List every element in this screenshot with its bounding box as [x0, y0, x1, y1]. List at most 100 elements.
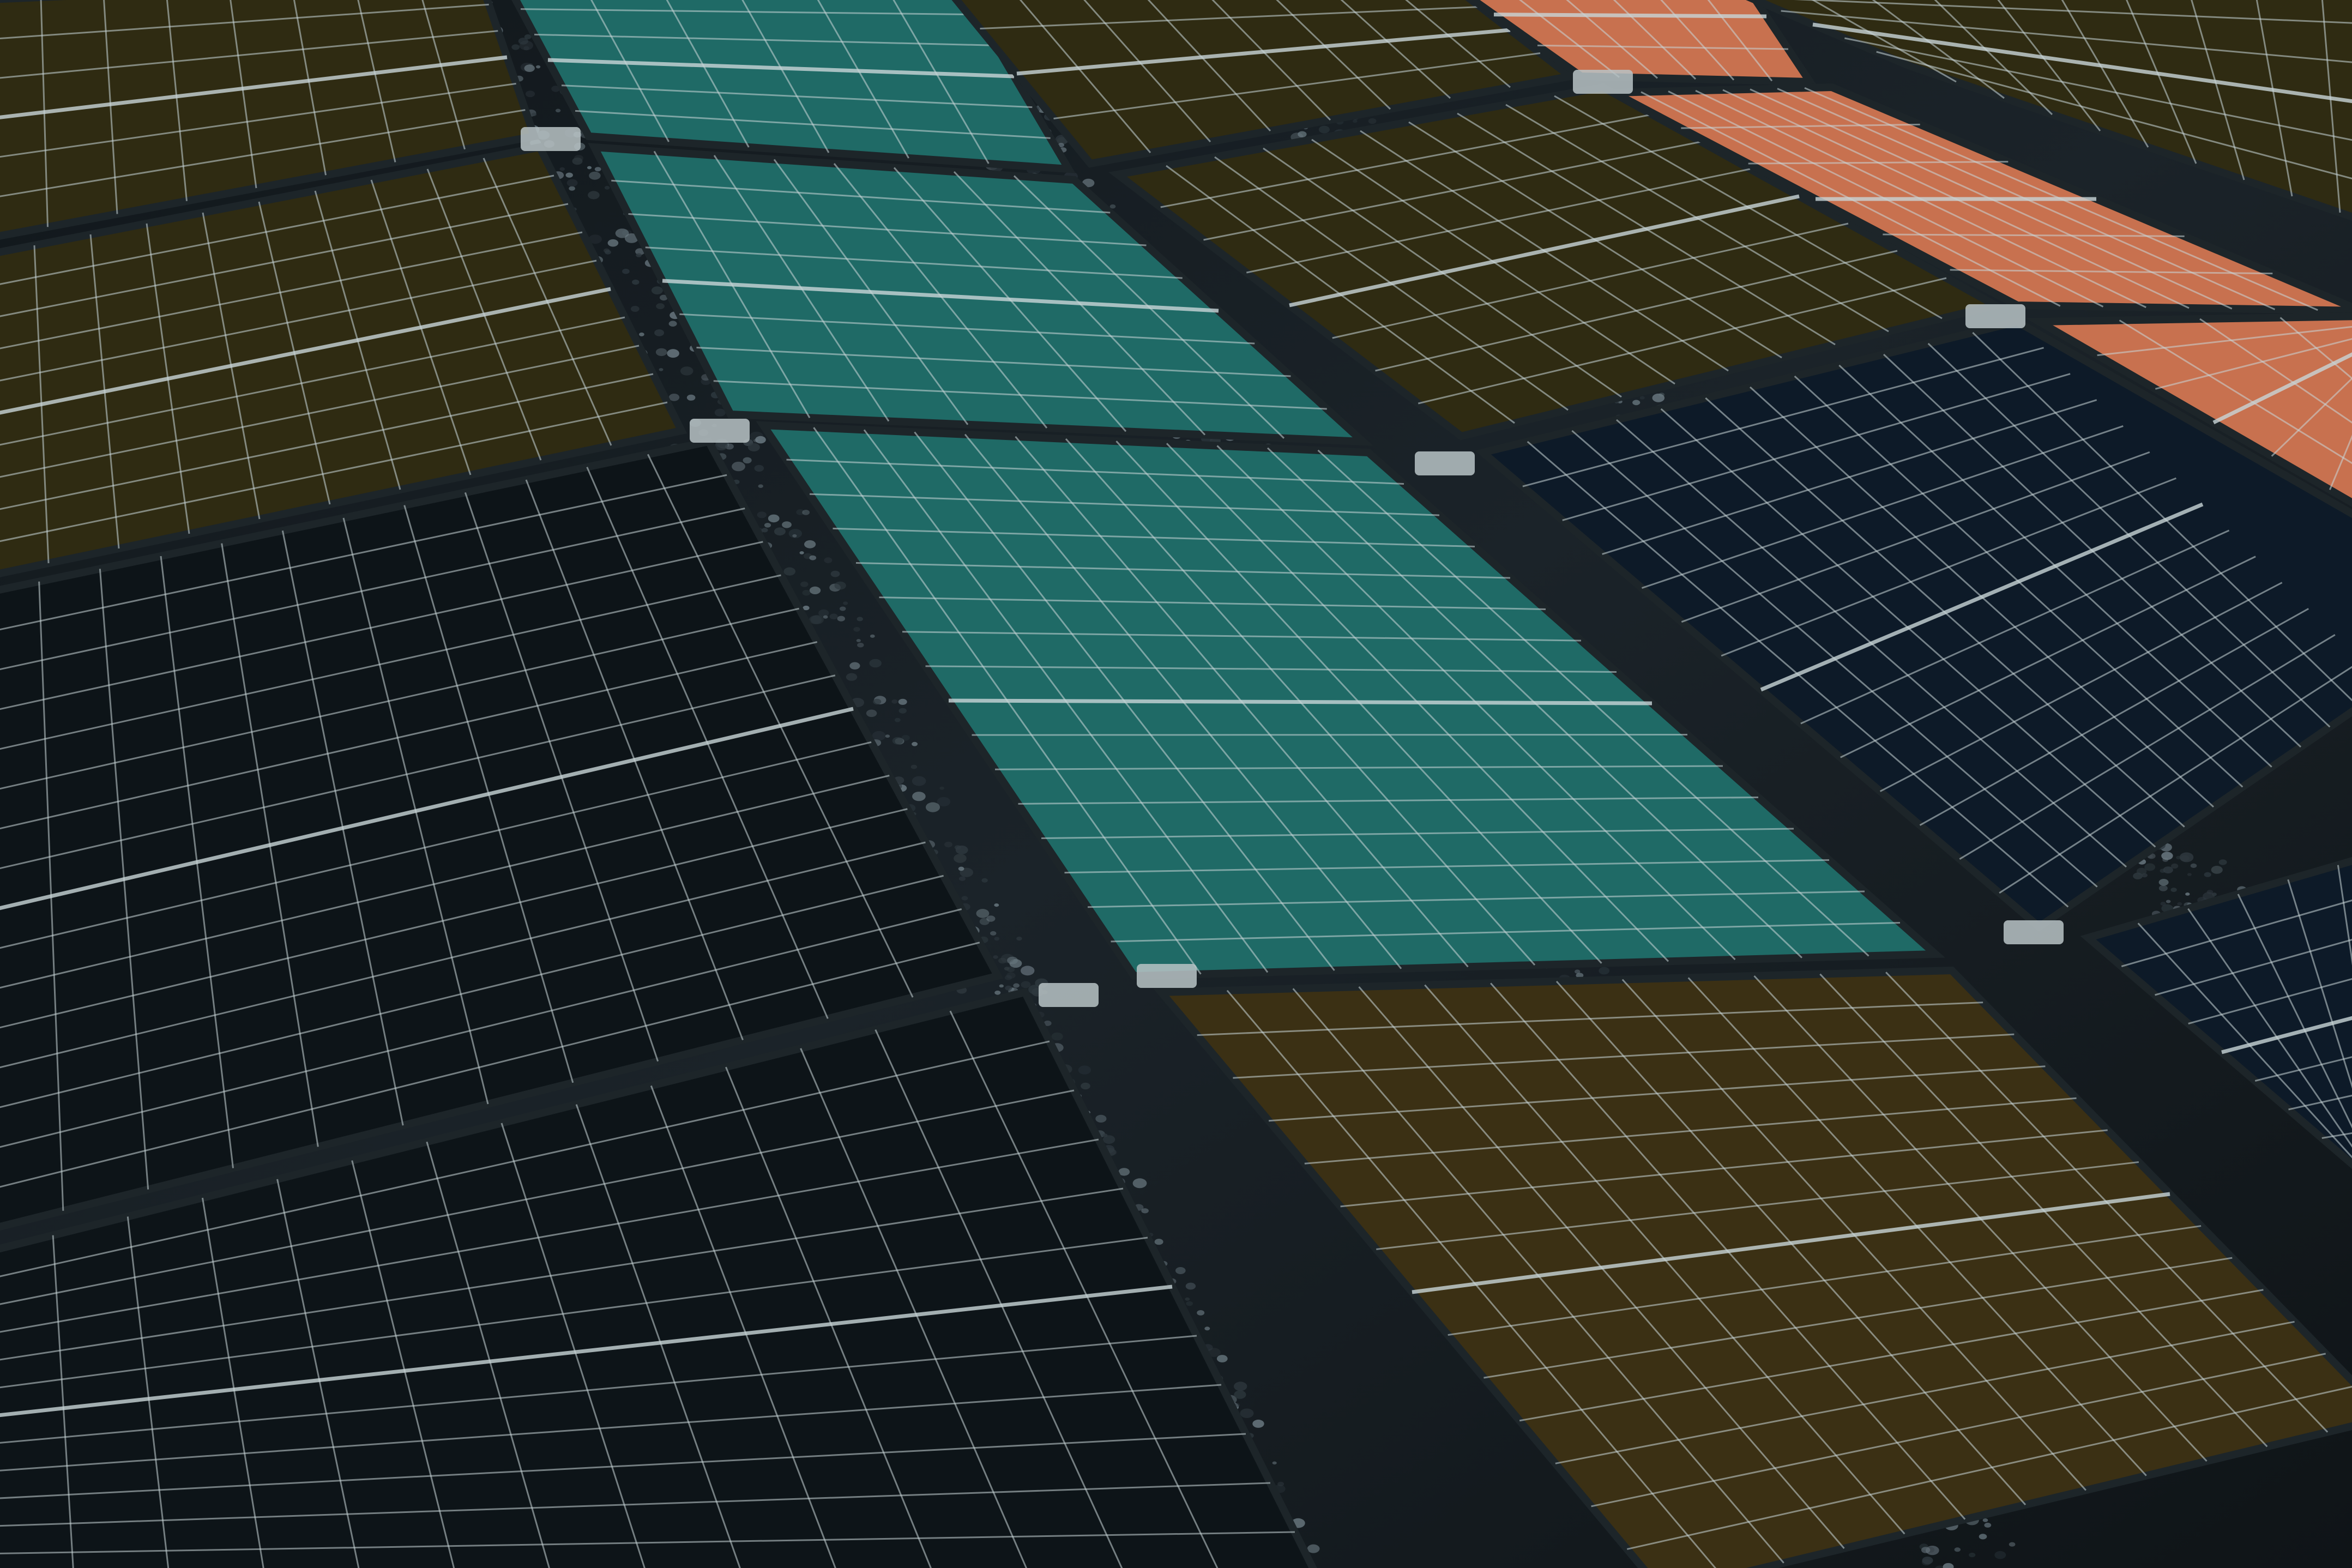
gravel-stone [2179, 852, 2194, 863]
gravel-stone [1109, 204, 1116, 209]
gravel-stone [1599, 967, 1610, 975]
mounting-clamp [1039, 983, 1099, 1007]
gravel-stone [873, 698, 882, 705]
gravel-stone [1197, 1310, 1205, 1316]
gravel-stone [944, 841, 952, 848]
gravel-stone [607, 239, 619, 247]
gravel-stone [961, 896, 968, 901]
gravel-stone [1078, 1065, 1091, 1075]
gravel-stone [811, 615, 824, 624]
gravel-stone [2160, 869, 2166, 873]
gravel-stone [639, 332, 644, 336]
gravel-stone [800, 581, 809, 587]
gravel-stone [843, 601, 848, 605]
gravel-stone [994, 937, 1000, 941]
mounting-clamp [1415, 451, 1475, 475]
gravel-stone [536, 65, 541, 69]
gravel-stone [754, 465, 764, 472]
gravel-stone [1051, 1032, 1063, 1041]
gravel-stone [2009, 1542, 2016, 1547]
gravel-stone [1021, 966, 1035, 976]
gravel-stone [1368, 118, 1377, 124]
gravel-stone [1632, 400, 1641, 406]
gravel-stone [1185, 1282, 1196, 1290]
gravel-stone [588, 191, 600, 200]
gravel-stone [686, 394, 696, 401]
gravel-stone [901, 735, 910, 741]
gravel-stone [1921, 1547, 1931, 1553]
gravel-stone [525, 91, 535, 98]
mounting-clamp [1137, 964, 1197, 988]
gravel-stone [1994, 1551, 2006, 1559]
gravel-stone [1982, 1518, 1988, 1522]
gravel-stone [998, 957, 1007, 964]
gravel-stone [714, 408, 726, 417]
gravel-stone [853, 626, 860, 632]
gravel-stone [802, 510, 810, 515]
gravel-stone [955, 845, 968, 854]
gravel-stone [1095, 1114, 1107, 1123]
gravel-stone [667, 349, 679, 358]
gravel-stone [1307, 1544, 1320, 1553]
gravel-stone [615, 228, 629, 238]
gravel-stone [768, 514, 780, 523]
gravel-stone [846, 673, 858, 681]
gravel-stone [758, 484, 763, 488]
gravel-stone [1353, 119, 1358, 123]
gravel-stone [912, 792, 926, 801]
gravel-stone [809, 555, 817, 560]
gravel-stone [680, 366, 693, 376]
gravel-stone [747, 443, 760, 451]
gravel-stone [892, 737, 903, 745]
gravel-stone [834, 581, 846, 590]
gravel-stone [837, 616, 846, 622]
cell-line [1493, 13, 1767, 19]
gravel-stone [1252, 1419, 1264, 1428]
gravel-stone [898, 708, 907, 714]
gravel-stone [656, 303, 665, 310]
gravel-stone [1185, 1297, 1190, 1301]
gravel-stone [668, 394, 680, 401]
gravel-stone [1186, 1301, 1193, 1306]
gravel-stone [587, 166, 592, 170]
gravel-stone [1175, 1267, 1186, 1274]
gravel-stone [518, 38, 528, 45]
gravel-stone [1921, 1559, 1931, 1566]
gravel-stone [999, 984, 1004, 988]
gravel-stone [2177, 902, 2182, 906]
gravel-stone [524, 64, 535, 72]
gravel-stone [774, 527, 786, 536]
gravel-stone [872, 731, 886, 741]
gravel-stone [589, 171, 601, 180]
gravel-stone [2204, 872, 2211, 877]
gravel-stone [2144, 863, 2156, 871]
gravel-stone [604, 185, 610, 190]
gravel-stone [856, 639, 861, 642]
gravel-stone [632, 279, 640, 285]
gravel-stone [830, 570, 840, 577]
gravel-stone [511, 44, 520, 50]
mounting-clamp [2004, 920, 2064, 944]
gravel-stone [804, 540, 816, 548]
gravel-stone [926, 802, 940, 812]
gravel-stone [1240, 1408, 1254, 1418]
gravel-stone [764, 523, 771, 528]
gravel-stone [1007, 956, 1018, 964]
gravel-stone [829, 613, 838, 619]
gravel-stone [1979, 1534, 1987, 1540]
gravel-stone [1005, 985, 1012, 991]
gravel-stone [1969, 1552, 1976, 1558]
gravel-stone [1639, 396, 1645, 400]
gravel-stone [1204, 1326, 1210, 1331]
gravel-stone [659, 368, 664, 371]
gravel-stone [2160, 902, 2166, 906]
gravel-stone [898, 698, 907, 705]
gravel-stone [2211, 892, 2217, 896]
gravel-stone [1021, 981, 1031, 988]
mounting-clamp [1965, 304, 2025, 328]
gravel-stone [1652, 393, 1665, 402]
gravel-stone [1216, 1355, 1228, 1362]
gravel-stone [1318, 125, 1330, 134]
gravel-stone [2190, 863, 2197, 868]
gravel-stone [870, 634, 875, 638]
